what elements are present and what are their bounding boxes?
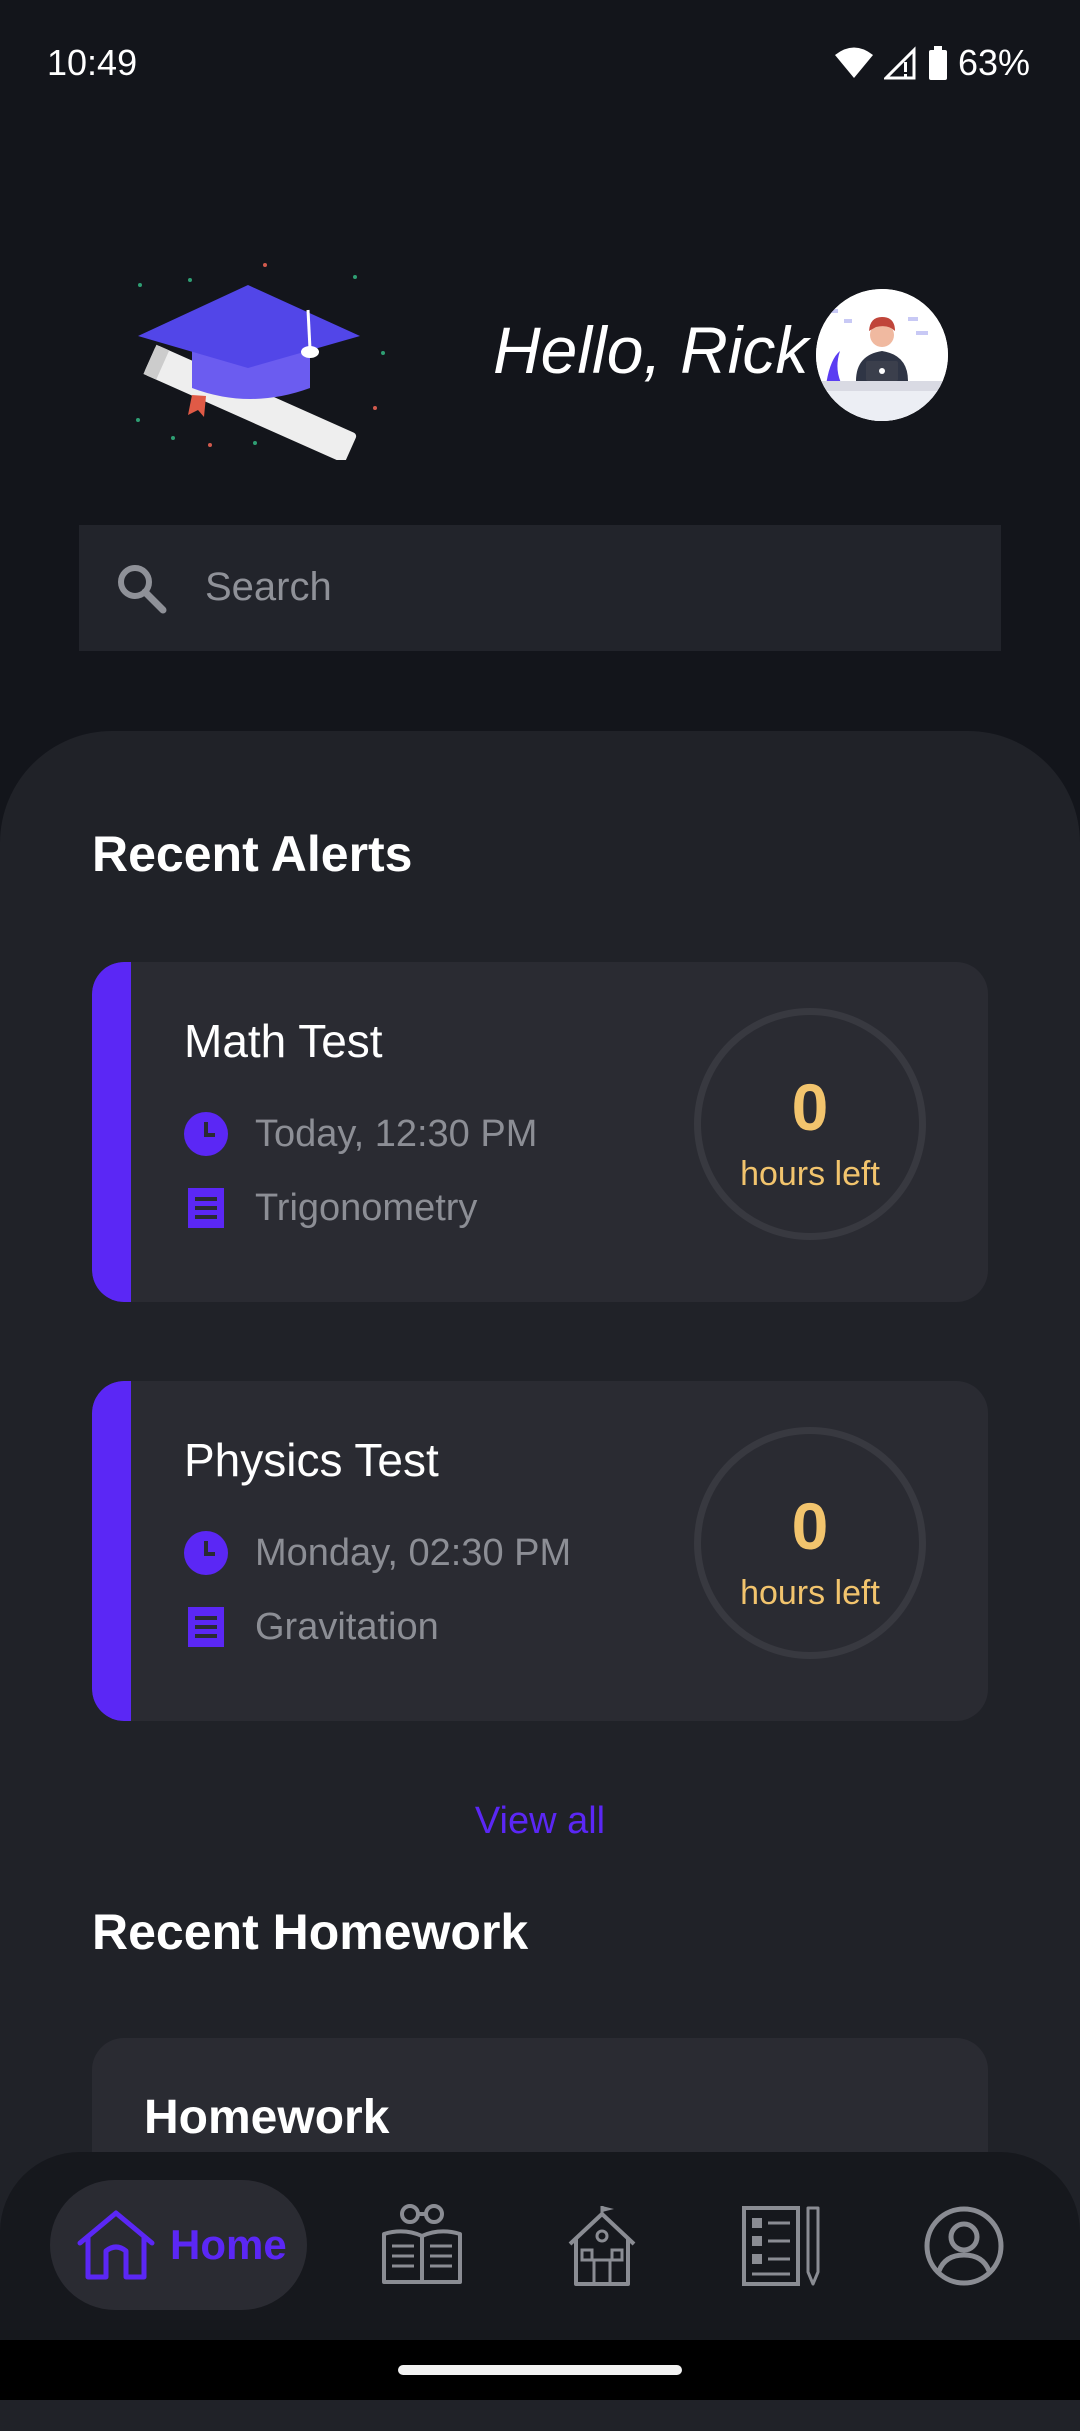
view-all-link[interactable]: View all bbox=[0, 1800, 1080, 1843]
wifi-icon bbox=[834, 47, 873, 78]
graduation-cap-illustration bbox=[136, 263, 385, 460]
alert-topic-row: Gravitation bbox=[184, 1605, 439, 1649]
hours-left-value: 0 bbox=[791, 1070, 829, 1144]
nav-home[interactable]: Home bbox=[50, 2180, 307, 2310]
clock-icon bbox=[184, 1531, 228, 1575]
signal-icon bbox=[883, 46, 916, 80]
nav-study[interactable] bbox=[374, 2198, 470, 2294]
status-bar: 10:49 63% bbox=[0, 0, 1080, 130]
alert-title: Physics Test bbox=[184, 1434, 439, 1486]
open-book-icon bbox=[382, 2204, 462, 2284]
alert-time: Monday, 02:30 PM bbox=[255, 1531, 572, 1574]
recent-homework-title: Recent Homework bbox=[92, 1904, 529, 1960]
school-building-icon bbox=[568, 2206, 636, 2286]
hours-left-label: hours left bbox=[740, 1155, 880, 1193]
alert-accent-bar bbox=[92, 1381, 131, 1721]
clock-icon bbox=[184, 1112, 228, 1156]
checklist-icon bbox=[742, 2206, 820, 2286]
document-icon bbox=[184, 1186, 228, 1230]
document-icon bbox=[184, 1605, 228, 1649]
profile-icon bbox=[924, 2206, 1004, 2286]
nav-assignments[interactable] bbox=[734, 2198, 830, 2294]
nav-profile[interactable] bbox=[916, 2198, 1012, 2294]
search-icon bbox=[118, 565, 167, 614]
alert-title: Math Test bbox=[184, 1015, 383, 1067]
alert-time-row: Today, 12:30 PM bbox=[184, 1112, 537, 1156]
avatar[interactable] bbox=[816, 289, 948, 421]
alert-time-row: Monday, 02:30 PM bbox=[184, 1531, 571, 1575]
hours-left-value: 0 bbox=[791, 1489, 829, 1563]
recent-alerts-title: Recent Alerts bbox=[92, 826, 413, 882]
battery-percent: 63% bbox=[957, 42, 1030, 83]
hours-left-ring: 0 hours left bbox=[694, 1008, 926, 1240]
home-icon bbox=[77, 2210, 155, 2280]
alert-time: Today, 12:30 PM bbox=[255, 1112, 538, 1155]
alert-accent-bar bbox=[92, 962, 131, 1302]
alert-topic: Trigonometry bbox=[255, 1186, 478, 1229]
greeting-text: Hello, Rick bbox=[493, 313, 809, 387]
nav-school[interactable] bbox=[554, 2198, 650, 2294]
hours-left-label: hours left bbox=[740, 1574, 880, 1612]
search-bar[interactable]: Search bbox=[79, 525, 1001, 651]
status-icons: 63% bbox=[834, 42, 1030, 84]
homework-card-title: Homework bbox=[144, 2091, 390, 2144]
hours-left-ring: 0 hours left bbox=[694, 1427, 926, 1659]
nav-home-label: Home bbox=[170, 2221, 287, 2268]
status-time: 10:49 bbox=[47, 42, 138, 83]
search-input[interactable]: Search bbox=[205, 565, 332, 610]
alert-card[interactable]: Math Test Today, 12:30 PM Trigonometry 0… bbox=[92, 962, 988, 1302]
alert-topic-row: Trigonometry bbox=[184, 1186, 477, 1230]
alert-card[interactable]: Physics Test Monday, 02:30 PM Gravitatio… bbox=[92, 1381, 988, 1721]
gesture-handle[interactable] bbox=[398, 2365, 682, 2375]
battery-icon bbox=[928, 46, 947, 80]
alert-topic: Gravitation bbox=[255, 1605, 439, 1648]
bottom-navigation: Home bbox=[0, 2152, 1080, 2340]
